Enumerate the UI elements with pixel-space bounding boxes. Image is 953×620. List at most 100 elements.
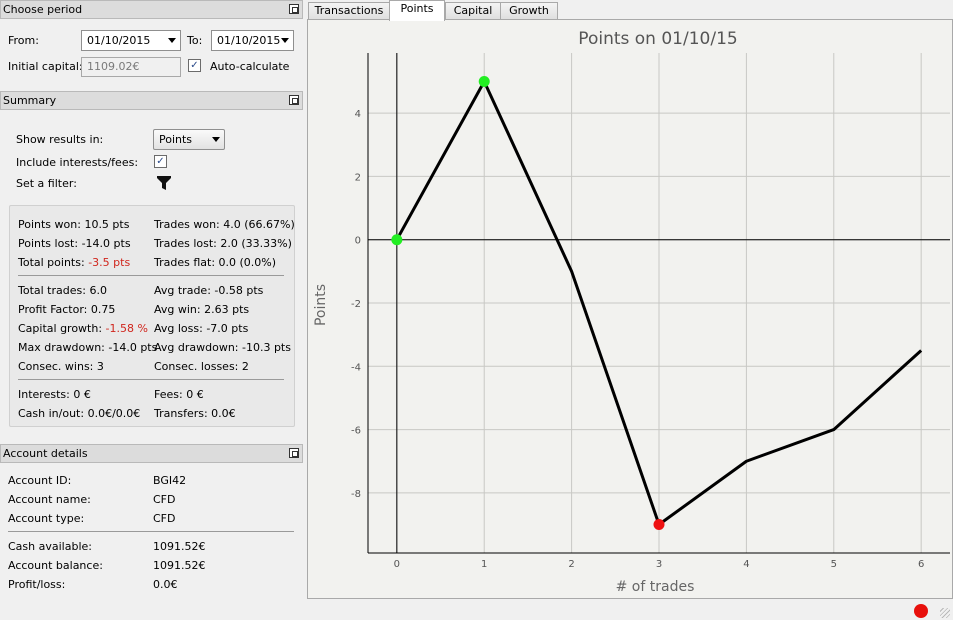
to-date-value: 01/10/2015 [217, 34, 281, 47]
account-name-label: Account name: [8, 493, 91, 506]
show-results-label: Show results in: [16, 133, 104, 146]
divider [8, 531, 294, 532]
account-balance-label: Account balance: [8, 559, 103, 572]
initial-capital-label: Initial capital: [8, 60, 83, 73]
capital-growth-value: -1.58 % [105, 322, 148, 335]
consec-wins: Consec. wins: 3 [18, 360, 104, 373]
chevron-down-icon [212, 137, 220, 142]
filter-icon[interactable] [156, 175, 172, 191]
y-tick-label: -4 [351, 362, 361, 373]
initial-capital-input[interactable]: 1109.02€ [81, 57, 181, 77]
initial-capital-value: 1109.02€ [87, 60, 140, 73]
total-trades: Total trades: 6.0 [18, 284, 107, 297]
avg-drawdown: Avg drawdown: -10.3 pts [154, 341, 291, 354]
y-tick-label: -2 [351, 299, 361, 310]
x-tick-label: 2 [568, 559, 574, 570]
y-tick-label: 2 [355, 172, 361, 183]
account-details-title: Account details [3, 447, 88, 460]
x-tick-label: 5 [831, 559, 837, 570]
trades-flat: Trades flat: 0.0 (0.0%) [154, 256, 277, 269]
summary-header: Summary [0, 91, 303, 110]
x-tick-label: 3 [656, 559, 662, 570]
summary-stats-box: Points won: 10.5 pts Trades won: 4.0 (66… [9, 205, 295, 427]
trades-lost: Trades lost: 2.0 (33.33%) [154, 237, 292, 250]
capital-growth-label: Capital growth: [18, 322, 106, 335]
account-type-label: Account type: [8, 512, 85, 525]
consec-losses: Consec. losses: 2 [154, 360, 249, 373]
choose-period-title: Choose period [3, 3, 83, 16]
auto-calculate-checkbox[interactable]: ✓ [188, 59, 201, 72]
profit-loss-value: 0.0€ [153, 578, 178, 591]
tab-label: Points [400, 2, 434, 15]
y-tick-label: 4 [355, 109, 361, 120]
divider [18, 379, 284, 380]
summary-title: Summary [3, 94, 57, 107]
auto-calculate-label: Auto-calculate [210, 60, 290, 73]
divider [18, 275, 284, 276]
avg-win: Avg win: 2.63 pts [154, 303, 250, 316]
fees: Fees: 0 € [154, 388, 204, 401]
trades-won: Trades won: 4.0 (66.67%) [154, 218, 295, 231]
undock-icon[interactable] [289, 95, 299, 105]
tab-capital[interactable]: Capital [445, 2, 501, 20]
tab-points[interactable]: Points [389, 0, 445, 21]
y-axis-label: Points [313, 284, 329, 326]
total-points: Total points: -3.5 pts [18, 256, 130, 269]
from-label: From: [8, 34, 39, 47]
chevron-down-icon [281, 38, 289, 43]
avg-trade: Avg trade: -0.58 pts [154, 284, 264, 297]
points-lost: Points lost: -14.0 pts [18, 237, 131, 250]
choose-period-header: Choose period [0, 0, 303, 19]
profit-factor: Profit Factor: 0.75 [18, 303, 116, 316]
from-date-picker[interactable]: 01/10/2015 [81, 30, 181, 51]
undock-icon[interactable] [289, 448, 299, 458]
show-results-value: Points [159, 133, 193, 146]
account-id-value: BGI42 [153, 474, 187, 487]
to-date-picker[interactable]: 01/10/2015 [211, 30, 294, 51]
include-interests-label: Include interests/fees: [16, 156, 139, 169]
x-tick-label: 4 [743, 559, 749, 570]
chart-title: Points on 01/10/15 [578, 29, 737, 49]
tab-label: Capital [453, 4, 493, 17]
left-panel: Choose period From: 01/10/2015 To: 01/10… [0, 0, 303, 620]
status-bar [0, 600, 953, 620]
profit-loss-label: Profit/loss: [8, 578, 66, 591]
tab-transactions[interactable]: Transactions [308, 2, 390, 20]
from-date-value: 01/10/2015 [87, 34, 151, 47]
y-tick-label: -6 [351, 426, 361, 437]
points-chart-panel: 0 1 2 3 4 5 6 -8 -6 -4 -2 0 2 4 Points on 01/10/15 # of… [307, 19, 953, 599]
points-chart: 0 1 2 3 4 5 6 -8 -6 -4 -2 0 2 4 Points on 01/10/15 # of… [313, 29, 950, 595]
data-point-marker [391, 234, 403, 246]
avg-loss: Avg loss: -7.0 pts [154, 322, 249, 335]
to-label: To: [187, 34, 203, 47]
interests: Interests: 0 € [18, 388, 91, 401]
y-tick-label: 0 [355, 236, 361, 247]
transfers: Transfers: 0.0€ [154, 407, 236, 420]
set-filter-label: Set a filter: [16, 177, 77, 190]
cash-available-label: Cash available: [8, 540, 92, 553]
include-interests-checkbox[interactable]: ✓ [154, 155, 167, 168]
max-drawdown: Max drawdown: -14.0 pts [18, 341, 158, 354]
account-balance-value: 1091.52€ [153, 559, 206, 572]
total-points-label: Total points: [18, 256, 89, 269]
points-won: Points won: 10.5 pts [18, 218, 130, 231]
account-id-label: Account ID: [8, 474, 72, 487]
x-tick-label: 0 [394, 559, 400, 570]
account-details-header: Account details [0, 444, 303, 463]
cash-available-value: 1091.52€ [153, 540, 206, 553]
tab-label: Growth [509, 4, 549, 17]
x-axis-label: # of trades [616, 579, 695, 595]
x-tick-label: 1 [481, 559, 487, 570]
tab-growth[interactable]: Growth [500, 2, 558, 20]
data-point-marker [478, 75, 490, 87]
capital-growth: Capital growth: -1.58 % [18, 322, 148, 335]
resize-grip-icon[interactable] [940, 608, 950, 618]
tab-label: Transactions [314, 4, 384, 17]
status-indicator-icon [914, 604, 928, 618]
show-results-select[interactable]: Points [153, 129, 225, 150]
total-points-value: -3.5 pts [88, 256, 131, 269]
cash-in-out: Cash in/out: 0.0€/0.0€ [18, 407, 141, 420]
undock-icon[interactable] [289, 4, 299, 14]
x-tick-label: 6 [918, 559, 924, 570]
data-point-marker [653, 519, 665, 531]
